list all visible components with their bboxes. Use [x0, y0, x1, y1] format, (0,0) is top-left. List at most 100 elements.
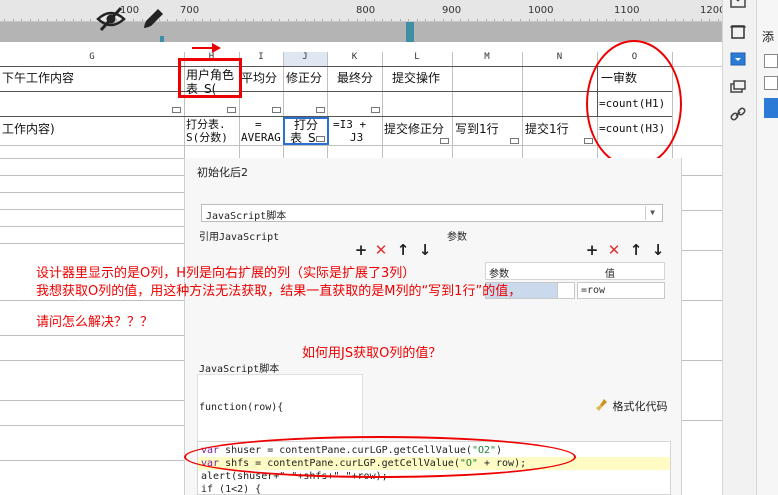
cell-g1[interactable]: 下午工作内容: [2, 71, 74, 85]
column-header-m[interactable]: M: [452, 52, 522, 66]
ruler-minor-tick: [271, 19, 272, 21]
link-icon[interactable]: [730, 106, 746, 122]
annotation-text-4: 如何用JS获取O列的值？: [302, 346, 442, 361]
cell-expand-marker: [272, 107, 281, 113]
ruler-minor-tick: [13, 19, 14, 21]
ruler-minor-tick: [90, 19, 91, 21]
chevron-down-icon[interactable]: ▼: [645, 206, 659, 220]
cell-l1[interactable]: 提交操作: [392, 71, 440, 85]
ruler-minor-tick: [572, 19, 573, 21]
delete-param-button[interactable]: ✕: [607, 242, 621, 258]
ruler-minor-tick: [589, 19, 590, 21]
cell-k3-line1: =I3 +: [333, 118, 367, 131]
annotation-ellipse-code: [184, 436, 576, 478]
ruler-minor-tick: [348, 19, 349, 21]
cell-expand-marker: [510, 138, 519, 144]
ruler-minor-tick: [580, 19, 581, 21]
scroll-marker[interactable]: [406, 22, 414, 42]
ruler-tick: 900: [442, 5, 462, 16]
panel-selected-widget-icon[interactable]: [764, 98, 778, 118]
ruler-minor-tick: [56, 19, 57, 21]
ruler-minor-tick: [391, 19, 392, 21]
param-arrow-cell[interactable]: [557, 282, 575, 299]
script-type-select[interactable]: JavaScript脚本 ▼: [201, 204, 663, 222]
cell-n3[interactable]: 提交1行: [525, 122, 569, 136]
right-tool-strip: [722, 0, 756, 495]
move-down-param-button[interactable]: ↓: [651, 242, 665, 258]
param-value-cell[interactable]: =row: [577, 282, 665, 299]
panel-widget-icon[interactable]: [764, 54, 778, 68]
ruler-minor-tick: [314, 19, 315, 21]
column-header-l[interactable]: L: [382, 52, 452, 66]
column-header-j[interactable]: J: [283, 52, 327, 66]
ruler-minor-tick: [606, 19, 607, 21]
dropdown-widget-icon[interactable]: [730, 52, 746, 66]
ruler-tick: 700: [180, 5, 200, 16]
layers-icon[interactable]: [730, 80, 746, 94]
ruler-minor-tick: [185, 19, 186, 21]
cell-k1[interactable]: 最终分: [337, 71, 373, 85]
cell-g3[interactable]: 工作内容): [2, 122, 55, 136]
annotation-ellipse-column-o: [586, 40, 682, 168]
params-label: 参数: [447, 232, 467, 243]
script-body-label: JavaScript脚本: [199, 364, 280, 375]
cell-m3[interactable]: 写到1行: [455, 122, 499, 136]
cell-k3-line2: J3: [350, 131, 364, 144]
info-icon[interactable]: [730, 0, 746, 8]
panel-widget-icon[interactable]: [764, 76, 778, 90]
position-marker: [160, 36, 164, 42]
eye-off-icon[interactable]: [96, 6, 126, 32]
ruler-minor-tick: [400, 19, 401, 21]
format-code-button[interactable]: 格式化代码: [595, 398, 668, 414]
column-header-g[interactable]: G: [0, 52, 184, 66]
delete-ref-button[interactable]: ✕: [374, 242, 388, 258]
ruler-minor-tick: [537, 19, 538, 21]
ruler-minor-tick: [4, 19, 5, 21]
ruler-minor-tick: [417, 19, 418, 21]
selected-cell-j3[interactable]: [283, 117, 329, 145]
ruler-minor-tick: [443, 19, 444, 21]
cell-expand-marker: [584, 138, 593, 144]
ruler-minor-tick: [296, 19, 297, 21]
rectangle-icon[interactable]: [730, 24, 746, 40]
ruler-minor-tick: [322, 19, 323, 21]
ruler-minor-tick: [709, 19, 710, 21]
column-header-i[interactable]: I: [239, 52, 283, 66]
pencil-icon[interactable]: [140, 6, 166, 32]
ruler-minor-tick: [245, 19, 246, 21]
ruler-minor-tick: [262, 19, 263, 21]
annotation-text-1: 设计器里显示的是O列，H列是向右扩展的列（实际是扩展了3列）: [36, 266, 416, 281]
ruler-minor-tick: [494, 19, 495, 21]
add-ref-button[interactable]: +: [354, 242, 368, 258]
ruler-minor-tick: [460, 19, 461, 21]
cell-i3-line2: AVERAG: [241, 131, 281, 144]
cell-j1[interactable]: 修正分: [286, 71, 322, 85]
ref-js-label: 引用JavaScript: [199, 232, 280, 243]
ruler-minor-tick: [47, 19, 48, 21]
cell-i1[interactable]: 平均分: [241, 71, 277, 85]
ruler-minor-tick: [374, 19, 375, 21]
ruler-tick: 1100: [614, 5, 640, 16]
ruler-minor-tick: [666, 19, 667, 21]
move-up-ref-button[interactable]: ↑: [396, 242, 410, 258]
move-up-param-button[interactable]: ↑: [629, 242, 643, 258]
ruler-minor-tick: [683, 19, 684, 21]
ruler-minor-tick: [477, 19, 478, 21]
cell-h3-line2: S(分数): [186, 131, 228, 144]
column-header-n[interactable]: N: [522, 52, 597, 66]
ruler-minor-tick: [38, 19, 39, 21]
cell-i3-line1: =: [255, 118, 262, 131]
format-code-label: 格式化代码: [612, 400, 668, 413]
move-down-ref-button[interactable]: ↓: [418, 242, 432, 258]
column-header-k[interactable]: K: [327, 52, 382, 66]
ruler-tick: 1000: [528, 5, 554, 16]
ruler-minor-tick: [279, 19, 280, 21]
ruler-minor-tick: [236, 19, 237, 21]
ruler-minor-tick: [718, 19, 719, 21]
ruler-minor-tick: [640, 19, 641, 21]
ruler-minor-tick: [649, 19, 650, 21]
cell-l3[interactable]: 提交修正分: [384, 122, 444, 136]
cell-h3-line1: 打分表.: [186, 118, 226, 131]
add-param-button[interactable]: +: [585, 242, 599, 258]
ruler-minor-tick: [615, 19, 616, 21]
